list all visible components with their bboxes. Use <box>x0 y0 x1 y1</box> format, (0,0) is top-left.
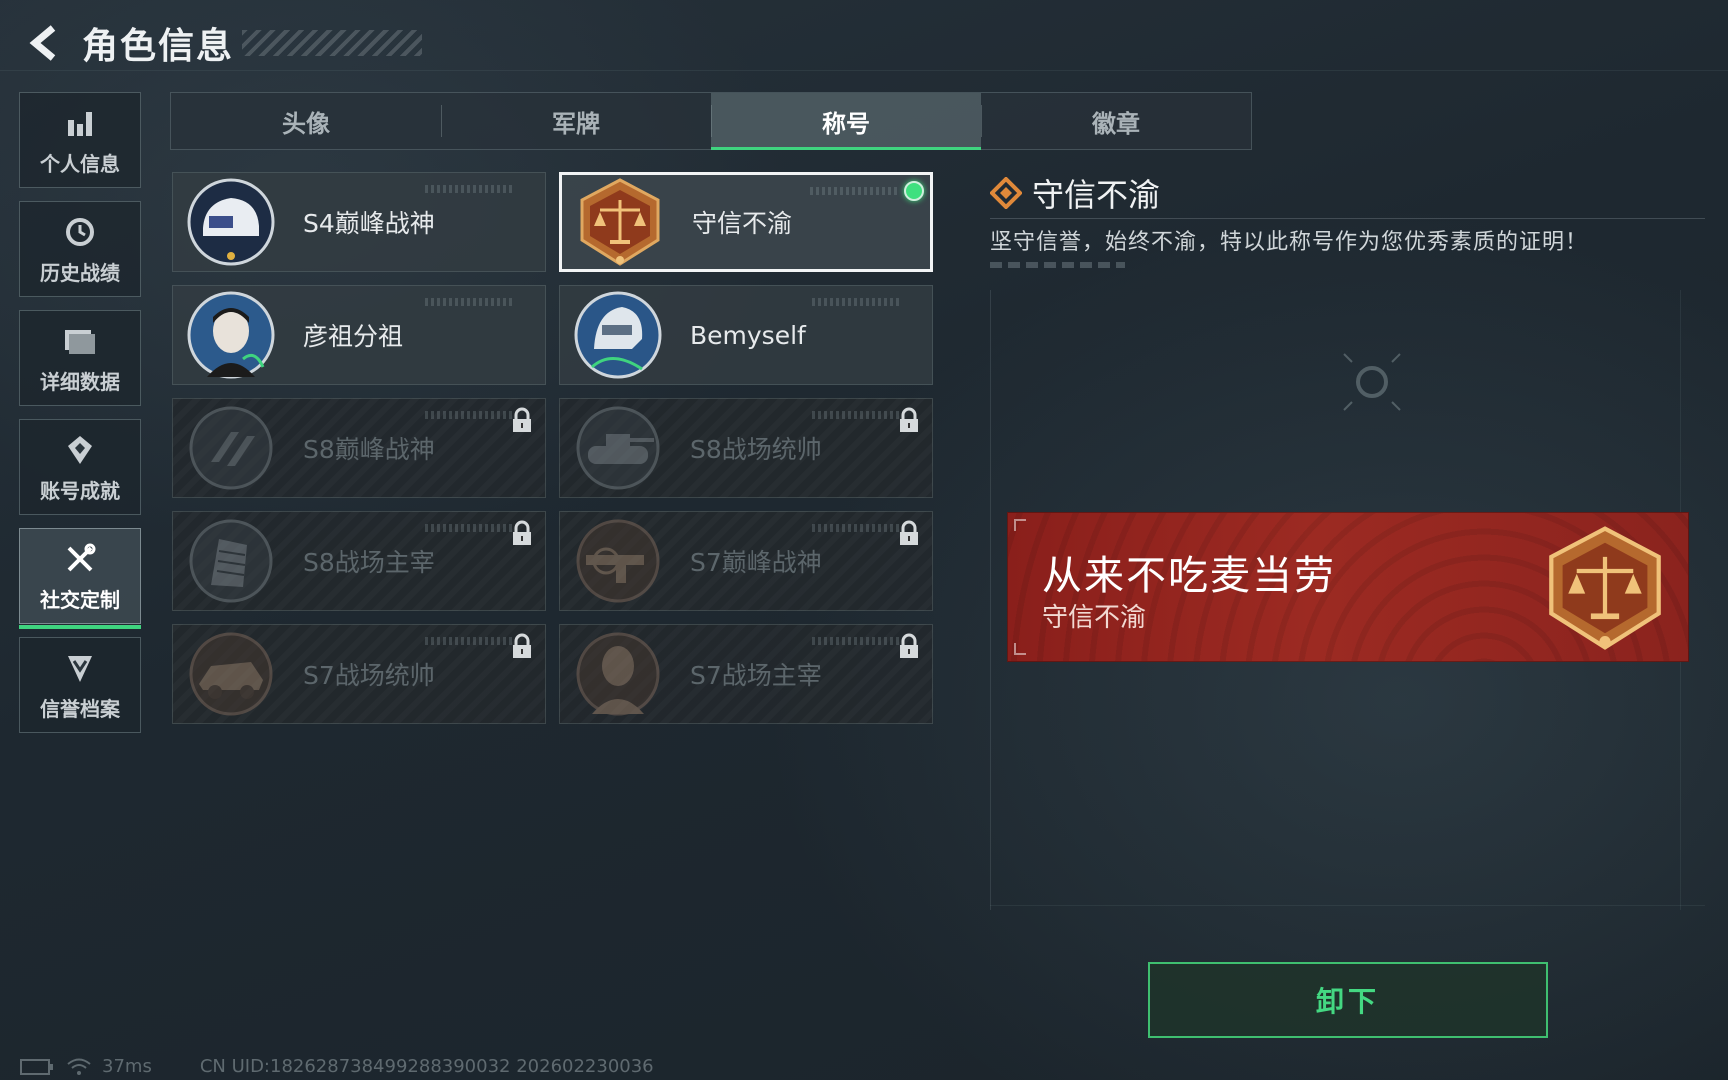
header: 角色信息 <box>20 18 423 68</box>
wifi-icon <box>67 1058 91 1075</box>
equipped-indicator <box>904 181 924 201</box>
sidebar-item-label: 社交定制 <box>40 587 120 612</box>
sidebar-item-label: 账号成就 <box>40 478 120 503</box>
banner-corner <box>1014 643 1026 655</box>
lock-icon <box>900 520 918 545</box>
scales-badge-icon <box>572 175 668 269</box>
soldier-badge-icon <box>570 287 666 383</box>
tools-icon <box>63 540 97 578</box>
title-card-label: S7战场统帅 <box>303 661 435 690</box>
title-card-s7-commander[interactable]: S7战场统帅 <box>172 624 546 724</box>
tab-badge[interactable]: 徽章 <box>981 93 1251 149</box>
sidebar-item-credit-record[interactable]: 信誉档案 <box>19 637 141 733</box>
banner-player-name: 从来不吃麦当劳 <box>1042 553 1336 599</box>
title-card-yanzu[interactable]: 彦祖分祖 <box>172 285 546 385</box>
detail-title-name: 守信不渝 <box>1032 176 1161 214</box>
diamond-icon <box>990 177 1022 209</box>
title-card-s8-commander[interactable]: S8战场统帅 <box>559 398 933 498</box>
battery-icon <box>20 1058 53 1075</box>
sidebar-item-label: 详细数据 <box>40 369 120 394</box>
detail-divider <box>990 218 1705 219</box>
tab-title[interactable]: 称号 <box>711 93 981 150</box>
tab-dog-tag[interactable]: 军牌 <box>441 93 711 149</box>
building-badge-icon <box>183 513 279 609</box>
shield-icon <box>65 649 95 687</box>
sidebar-item-achievements[interactable]: 账号成就 <box>19 419 141 515</box>
banner-corner <box>1014 519 1026 531</box>
lock-icon <box>513 407 531 432</box>
lock-icon <box>900 407 918 432</box>
unequip-button-label: 卸下 <box>1315 985 1380 1018</box>
detail-description: 坚守信誉，始终不渝，特以此称号作为您优秀素质的证明！ <box>990 230 1589 255</box>
sidebar-item-history[interactable]: 历史战绩 <box>19 201 141 297</box>
title-card-label: S7巅峰战神 <box>690 548 822 577</box>
portrait-badge-icon <box>183 287 279 383</box>
title-card-label: S8战场主宰 <box>303 548 435 577</box>
sidebar-item-social-custom[interactable]: 社交定制 <box>19 528 141 629</box>
history-icon <box>64 213 96 251</box>
lock-icon <box>900 633 918 658</box>
uid-text: CN UID:1826287384992883900​32 2026022300… <box>199 1056 654 1077</box>
title-preview-banner: 从来不吃麦当劳 守信不渝 <box>1007 512 1689 662</box>
folder-icon <box>63 322 97 360</box>
helmet-badge-icon <box>183 174 279 270</box>
title-decoration <box>242 30 423 56</box>
scales-badge-icon <box>1549 526 1661 650</box>
unequip-button[interactable]: 卸下 <box>1148 962 1548 1038</box>
title-card-label: S8巅峰战神 <box>303 435 435 464</box>
detail-header: 守信不渝 <box>990 170 1160 216</box>
title-card-label: S7战场主宰 <box>690 661 822 690</box>
title-card-s7-peak[interactable]: S7巅峰战神 <box>559 511 933 611</box>
vehicle-badge-icon <box>183 626 279 722</box>
tab-avatar[interactable]: 头像 <box>171 93 441 149</box>
title-card-s7-dominator[interactable]: S7战场主宰 <box>559 624 933 724</box>
lock-icon <box>513 520 531 545</box>
sidebar: 个人信息 历史战绩 详细数据 账号成就 社交定制 信誉档案 <box>19 92 143 746</box>
back-arrow-icon <box>29 25 56 61</box>
ping-text: 37ms <box>102 1056 152 1077</box>
title-card-s8-peak[interactable]: S8巅峰战神 <box>172 398 546 498</box>
tab-bar: 头像 军牌 称号 徽章 <box>170 92 1252 150</box>
sidebar-item-label: 信誉档案 <box>40 696 120 721</box>
status-bar: 37ms CN UID:1826287384992883900​32 20260… <box>20 1056 654 1077</box>
warrior-badge-icon <box>570 626 666 722</box>
crosshair-icon <box>1343 353 1401 411</box>
sidebar-item-label: 历史战绩 <box>40 260 120 285</box>
detail-decoration <box>990 262 1125 268</box>
title-card-label: S8战场统帅 <box>690 435 822 464</box>
page-title: 角色信息 <box>82 26 235 67</box>
bar-chart-icon <box>65 104 95 142</box>
title-card-label: Bemyself <box>690 320 806 350</box>
title-card-bemyself[interactable]: Bemyself <box>559 285 933 385</box>
tank-badge-icon <box>570 400 666 496</box>
title-card-label: 守信不渝 <box>692 209 793 238</box>
title-card-s8-dominator[interactable]: S8战场主宰 <box>172 511 546 611</box>
gun-badge-icon <box>570 513 666 609</box>
medal-icon <box>65 431 95 469</box>
sidebar-item-label: 个人信息 <box>40 151 120 176</box>
lock-icon <box>513 633 531 658</box>
back-button[interactable] <box>20 18 70 68</box>
banner-title: 守信不渝 <box>1042 603 1147 633</box>
sidebar-item-personal-info[interactable]: 个人信息 <box>19 92 141 188</box>
stripes-badge-icon <box>183 400 279 496</box>
title-card-label: S4巅峰战神 <box>303 209 435 238</box>
title-card-s4-peak[interactable]: S4巅峰战神 <box>172 172 546 272</box>
title-card-keep-faith[interactable]: 守信不渝 <box>559 172 933 272</box>
title-card-label: 彦祖分祖 <box>303 322 404 351</box>
sidebar-item-detailed-data[interactable]: 详细数据 <box>19 310 141 406</box>
